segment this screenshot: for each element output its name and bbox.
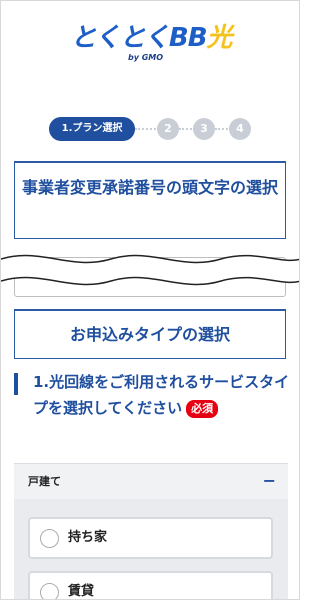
step-1-active: 1.プラン選択 (49, 117, 135, 141)
option-owned-house[interactable]: 持ち家 (28, 517, 273, 559)
page-frame: とくとくBB光 by GMO 1.プラン選択 2 3 4 事業者変更承諾番号の頭… (0, 0, 300, 600)
step-3: 3 (193, 118, 215, 140)
required-badge: 必須 (186, 399, 219, 418)
step-2: 2 (157, 118, 179, 140)
logo-text-hikari: 光 (206, 23, 233, 53)
progress-stepper: 1.プラン選択 2 3 4 (49, 117, 259, 141)
accordion-label: 戸建て (28, 475, 61, 488)
option-rental[interactable]: 賃貸 (28, 571, 273, 599)
section-title-application-type: お申込みタイプの選択 (14, 309, 286, 359)
step-connector (135, 128, 159, 130)
logo-text-tokutoku: とくとく (70, 23, 169, 53)
question-label: 1.光回線をご利用されるサービスタイプを選択してください (33, 373, 290, 417)
radio-icon[interactable] (40, 529, 59, 548)
logo-text-bb: BB (168, 23, 208, 53)
section-title-prefix-select: 事業者変更承諾番号の頭文字の選択 (14, 161, 286, 239)
question-service-type: 1.光回線をご利用されるサービスタイプを選択してください 必須 (33, 369, 291, 421)
question-accent-bar (14, 373, 18, 395)
wave-divider (1, 254, 299, 286)
collapse-icon[interactable]: − (263, 464, 276, 498)
radio-icon[interactable] (40, 583, 59, 599)
option-label: 持ち家 (68, 530, 108, 545)
brand-logo[interactable]: とくとくBB光 by GMO (1, 23, 299, 62)
step-4: 4 (229, 118, 251, 140)
accordion-header-detached-house[interactable]: 戸建て − (14, 463, 288, 499)
option-label: 賃貸 (68, 584, 95, 599)
logo-wordmark: とくとくBB光 (70, 23, 233, 53)
logo-by-gmo: by GMO (128, 53, 164, 62)
